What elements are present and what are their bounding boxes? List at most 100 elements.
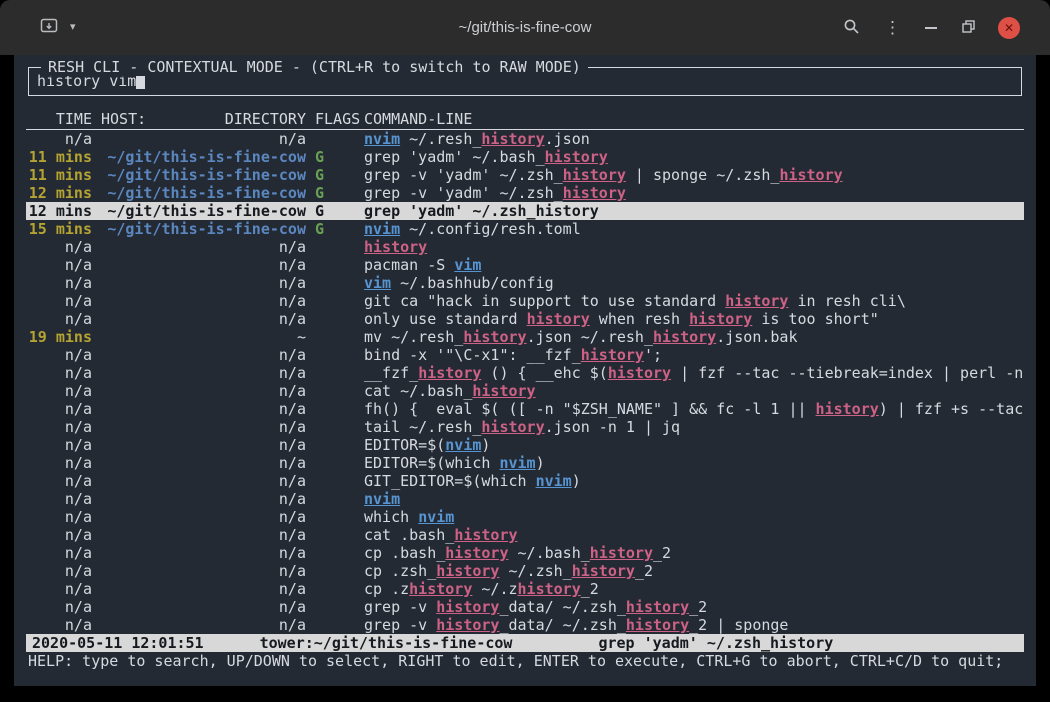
command-text: history <box>626 616 689 634</box>
table-row[interactable]: n/an/acp .bash_history ~/.bash_history_2 <box>26 544 1024 562</box>
table-row[interactable]: 15 mins~/git/this-is-fine-cowGnvim ~/.co… <box>26 220 1024 238</box>
command-cell: git ca "hack in support to use standard … <box>364 292 1024 310</box>
table-row[interactable]: 19 mins~mv ~/.resh_history.json ~/.resh_… <box>26 328 1024 346</box>
table-row[interactable]: n/an/agrep -v history_data/ ~/.zsh_histo… <box>26 598 1024 616</box>
command-text: history <box>481 418 544 436</box>
command-text: nvim <box>445 436 481 454</box>
flags-cell: G <box>315 220 355 238</box>
terminal-content: RESH CLI - CONTEXTUAL MODE - (CTRL+R to … <box>14 55 1036 686</box>
table-row[interactable]: n/an/aGIT_EDITOR=$(which nvim) <box>26 472 1024 490</box>
command-cell: cat .bash_history <box>364 526 1024 544</box>
command-text: only use standard <box>364 310 527 328</box>
time-cell: n/a <box>26 256 92 274</box>
tab-dropdown-button[interactable]: ▾ <box>68 20 78 35</box>
command-cell: pacman -S vim <box>364 256 1024 274</box>
table-row[interactable]: 12 mins~/git/this-is-fine-cowGgrep -v 'y… <box>26 184 1024 202</box>
table-row[interactable]: n/an/afh() { eval $( ([ -n "$ZSH_NAME" ]… <box>26 400 1024 418</box>
status-location: tower:~/git/this-is-fine-cow <box>260 634 513 652</box>
command-text: nvim <box>364 220 400 238</box>
flags-cell <box>315 328 355 346</box>
table-row[interactable]: n/an/agrep -v history_data/ ~/.zsh_histo… <box>26 616 1024 634</box>
minimize-button[interactable] <box>923 25 939 31</box>
directory-cell: n/a <box>101 382 306 400</box>
directory-cell: n/a <box>101 472 306 490</box>
table-row[interactable]: n/an/abind -x '"\C-x1": __fzf_history'; <box>26 346 1024 364</box>
time-cell: n/a <box>26 472 92 490</box>
command-text: history <box>472 382 535 400</box>
status-command: grep 'yadm' ~/.zsh_history <box>598 634 833 652</box>
directory-cell: n/a <box>101 274 306 292</box>
table-row[interactable]: 11 mins~/git/this-is-fine-cowGgrep 'yadm… <box>26 148 1024 166</box>
command-text: in resh cli\ <box>788 292 905 310</box>
time-cell: n/a <box>26 580 92 598</box>
close-button[interactable]: ✕ <box>998 17 1020 39</box>
directory-cell: n/a <box>101 544 306 562</box>
directory-cell: ~/git/this-is-fine-cow <box>101 166 306 184</box>
command-text: is too short" <box>752 310 878 328</box>
command-cell: history <box>364 238 1024 256</box>
close-icon: ✕ <box>1004 21 1014 35</box>
time-cell: n/a <box>26 562 92 580</box>
time-cell: 19 mins <box>26 328 92 346</box>
table-row[interactable]: n/an/acat .bash_history <box>26 526 1024 544</box>
table-row[interactable]: n/a n/a pacman -S vim <box>26 256 1024 274</box>
directory-cell: n/a <box>101 616 306 634</box>
command-cell: fh() { eval $( ([ -n "$ZSH_NAME" ] && fc… <box>364 400 1024 418</box>
restore-button[interactable] <box>959 17 978 39</box>
directory-cell: n/a <box>101 562 306 580</box>
chevron-down-icon: ▾ <box>70 22 76 33</box>
status-datetime: 2020-05-11 12:01:51 <box>32 634 204 652</box>
time-cell: 12 mins <box>26 202 92 220</box>
command-text: grep 'yadm' ~/.zsh_ <box>364 202 536 220</box>
table-row[interactable]: n/an/agit ca "hack in support to use sta… <box>26 292 1024 310</box>
search-button[interactable] <box>841 16 862 40</box>
time-cell: n/a <box>26 526 92 544</box>
flags-cell <box>315 130 355 148</box>
table-row[interactable]: n/an/acp .zsh_history ~/.zsh_history_2 <box>26 562 1024 580</box>
table-row[interactable]: n/an/anvim ~/.resh_history.json <box>26 130 1024 148</box>
command-text: grep -v 'yadm' ~/.zsh_ <box>364 166 563 184</box>
table-row[interactable]: n/an/acp .zhistory ~/.zhistory_2 <box>26 580 1024 598</box>
time-cell: n/a <box>26 544 92 562</box>
time-cell: n/a <box>26 310 92 328</box>
command-text: which <box>364 508 418 526</box>
table-row[interactable]: n/an/anvim <box>26 490 1024 508</box>
command-text: GIT_EDITOR=$(which <box>364 472 536 490</box>
command-text: bind -x '"\C-x1": __fzf_ <box>364 346 581 364</box>
table-row[interactable]: n/an/aEDITOR=$(nvim) <box>26 436 1024 454</box>
command-text: nvim <box>418 508 454 526</box>
table-row[interactable]: n/an/awhich nvim <box>26 508 1024 526</box>
directory-cell: ~/git/this-is-fine-cow <box>101 184 306 202</box>
command-text: ) | fzf +s --tac <box>879 400 1024 418</box>
table-row[interactable]: n/an/aonly use standard history when res… <box>26 310 1024 328</box>
directory-cell: n/a <box>101 256 306 274</box>
table-row[interactable]: n/an/ahistory <box>26 238 1024 256</box>
command-text: _2 <box>689 598 707 616</box>
command-text: grep -v 'yadm' ~/.zsh_ <box>364 184 563 202</box>
time-cell: n/a <box>26 616 92 634</box>
table-row[interactable]: 11 mins~/git/this-is-fine-cowGgrep -v 'y… <box>26 166 1024 184</box>
command-cell: bind -x '"\C-x1": __fzf_history'; <box>364 346 1024 364</box>
menu-button[interactable]: ⋮ <box>882 17 903 38</box>
command-text: history <box>816 400 879 418</box>
table-row[interactable]: n/an/aEDITOR=$(which nvim) <box>26 454 1024 472</box>
command-cell: grep -v history_data/ ~/.zsh_history_2 <box>364 598 1024 616</box>
command-text: ~/.resh_ <box>400 130 481 148</box>
new-tab-button[interactable] <box>38 16 60 39</box>
command-text: '; <box>644 346 662 364</box>
command-text: cat ~/.bash_ <box>364 382 472 400</box>
table-row[interactable]: n/an/avim ~/.bashhub/config <box>26 274 1024 292</box>
command-text: cat .bash_ <box>364 526 454 544</box>
table-row[interactable]: 12 mins~/git/this-is-fine-cowGgrep 'yadm… <box>26 202 1024 220</box>
command-cell: grep -v 'yadm' ~/.zsh_history | sponge ~… <box>364 166 1024 184</box>
time-cell: n/a <box>26 490 92 508</box>
table-row[interactable]: n/an/atail ~/.resh_history.json -n 1 | j… <box>26 418 1024 436</box>
command-text: _data/ ~/.zsh_ <box>499 616 625 634</box>
command-text: history <box>725 292 788 310</box>
command-text: history <box>454 526 517 544</box>
minimize-icon <box>925 27 937 29</box>
flags-cell <box>315 580 355 598</box>
command-text: ~/.bashhub/config <box>391 274 554 292</box>
table-row[interactable]: n/an/a__fzf_history () { __ehc $(history… <box>26 364 1024 382</box>
table-row[interactable]: n/an/acat ~/.bash_history <box>26 382 1024 400</box>
